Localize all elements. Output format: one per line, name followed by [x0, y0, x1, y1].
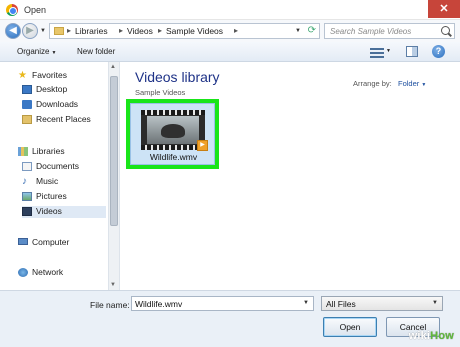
breadcrumb-separator: ▸: [158, 26, 163, 35]
file-type-value: All Files: [326, 299, 356, 309]
scroll-up-icon[interactable]: ▲: [110, 64, 116, 70]
file-list-pane: Videos library Sample Videos Arrange by:…: [121, 62, 460, 290]
navigation-scrollbar[interactable]: ▲ ▼: [108, 62, 119, 290]
chrome-app-icon: [6, 4, 18, 16]
breadcrumb-separator: ▸: [119, 26, 124, 35]
library-subtitle: Sample Videos: [135, 88, 186, 97]
address-dropdown[interactable]: ▼: [295, 28, 301, 34]
play-icon: ▶: [197, 140, 208, 151]
file-name-label: File name:: [90, 300, 130, 310]
chevron-down-icon: ▼: [51, 50, 57, 56]
navigation-bar: ◀ ▶ ▼ ▸ Libraries ▸ Videos ▸ Sample Vide…: [0, 20, 460, 42]
scroll-down-icon[interactable]: ▼: [110, 282, 116, 288]
chevron-down-icon: ▼: [432, 300, 438, 306]
breadcrumb-separator: ▸: [234, 26, 239, 35]
pictures-icon: [22, 192, 32, 201]
network-icon: [18, 268, 28, 277]
breadcrumb-videos[interactable]: Videos: [127, 26, 153, 36]
dialog-footer: File name: Wildlife.wmv ▼ All Files ▼ Op…: [0, 290, 460, 347]
scroll-thumb[interactable]: [110, 76, 118, 226]
new-folder-button[interactable]: New folder: [77, 47, 115, 56]
wikihow-watermark: wikiHow: [409, 330, 454, 342]
recent-locations-dropdown[interactable]: ▼: [40, 28, 46, 34]
chevron-down-icon[interactable]: ▼: [303, 300, 309, 306]
film-strip: [141, 110, 205, 115]
file-item-wildlife[interactable]: ▶ Wildlife.wmv: [130, 103, 215, 165]
address-bar[interactable]: ▸ Libraries ▸ Videos ▸ Sample Videos ▸ ▼…: [49, 23, 320, 39]
videos-icon: [22, 207, 32, 216]
film-strip: [141, 145, 205, 150]
navigation-pane: ★ Favorites Desktop Downloads Recent Plac…: [0, 62, 120, 290]
libraries-icon: [18, 147, 28, 156]
file-type-select[interactable]: All Files ▼: [321, 296, 443, 311]
forward-button[interactable]: ▶: [22, 23, 38, 39]
file-highlight: ▶ Wildlife.wmv: [126, 99, 219, 169]
file-name-label: Wildlife.wmv: [149, 152, 198, 162]
help-icon[interactable]: ?: [432, 45, 445, 58]
watermark-how: How: [430, 330, 454, 342]
search-icon[interactable]: [441, 26, 450, 35]
watermark-wiki: wiki: [408, 330, 431, 342]
documents-icon: [22, 162, 32, 171]
downloads-icon: [22, 100, 32, 109]
change-view-icon[interactable]: [370, 46, 384, 58]
window-close-button[interactable]: ✕: [428, 0, 460, 18]
arrange-by-dropdown[interactable]: Folder ▼: [398, 79, 426, 88]
breadcrumb-separator: ▸: [67, 26, 72, 35]
title-bar: Open ✕: [0, 0, 460, 20]
organize-label: Organize: [17, 47, 50, 56]
refresh-icon[interactable]: ⟳: [308, 25, 316, 36]
folder-icon: [54, 27, 64, 35]
library-title: Videos library: [135, 69, 220, 85]
file-name-field[interactable]: Wildlife.wmv ▼: [131, 296, 314, 311]
search-placeholder: Search Sample Videos: [330, 27, 412, 36]
nav-videos[interactable]: Videos: [22, 206, 106, 218]
breadcrumb-sample-videos[interactable]: Sample Videos: [166, 26, 223, 36]
video-frame: [147, 116, 199, 144]
breadcrumb-libraries[interactable]: Libraries: [75, 26, 108, 36]
desktop-icon: [22, 85, 32, 94]
chevron-down-icon: ▼: [421, 82, 427, 88]
open-button[interactable]: Open: [323, 317, 377, 337]
command-toolbar: Organize ▼ New folder ▼ ?: [0, 42, 460, 62]
search-box[interactable]: Search Sample Videos: [324, 23, 455, 39]
view-options-dropdown[interactable]: ▼: [386, 48, 391, 54]
music-icon: ♪: [22, 176, 27, 187]
recent-places-icon: [22, 115, 32, 124]
video-thumbnail: [141, 110, 205, 150]
window-title: Open: [24, 5, 47, 15]
file-name-value: Wildlife.wmv: [135, 299, 183, 309]
back-button[interactable]: ◀: [5, 23, 21, 39]
computer-icon: [18, 238, 28, 245]
organize-button[interactable]: Organize ▼: [17, 47, 56, 56]
star-icon: ★: [18, 70, 27, 81]
preview-pane-icon[interactable]: [406, 46, 418, 57]
arrange-by-value: Folder: [398, 79, 420, 88]
arrange-by-label: Arrange by:: [353, 79, 392, 88]
